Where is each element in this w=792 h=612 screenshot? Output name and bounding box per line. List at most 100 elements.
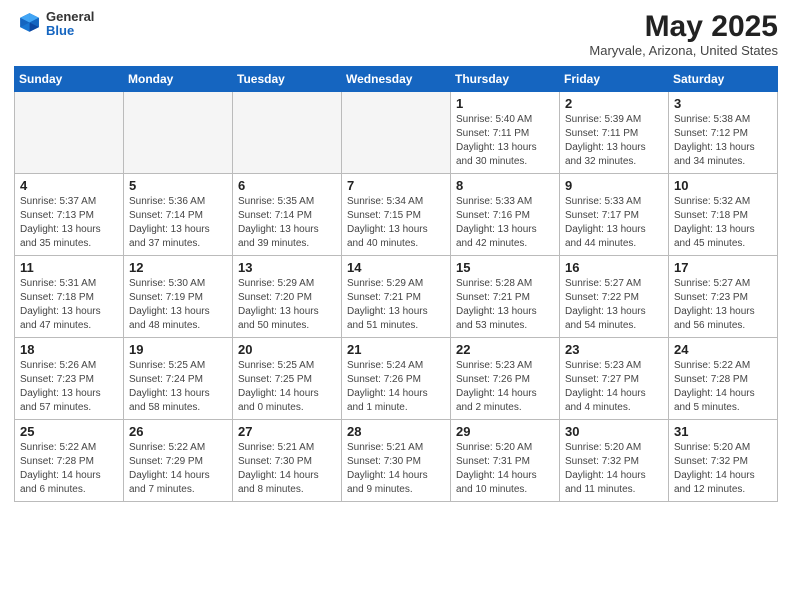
calendar-cell: 11 Sunrise: 5:31 AM Sunset: 7:18 PM Dayli…	[15, 256, 124, 338]
week-row-3: 11 Sunrise: 5:31 AM Sunset: 7:18 PM Dayli…	[15, 256, 778, 338]
day-info: Sunrise: 5:38 AM Sunset: 7:12 PM Dayligh…	[674, 113, 772, 169]
calendar-cell: 13 Sunrise: 5:29 AM Sunset: 7:20 PM Dayli…	[233, 256, 342, 338]
calendar-cell: 14 Sunrise: 5:29 AM Sunset: 7:21 PM Dayli…	[342, 256, 451, 338]
calendar-cell: 20Sunrise: 5:25 AM Sunset: 7:25 PM Dayli…	[233, 338, 342, 420]
day-number: 23	[565, 342, 663, 357]
calendar-cell: 22 Sunrise: 5:23 AM Sunset: 7:26 PM Dayli…	[451, 338, 560, 420]
day-number: 11	[20, 260, 118, 275]
calendar-cell: 9 Sunrise: 5:33 AM Sunset: 7:17 PM Daylig…	[560, 174, 669, 256]
calendar-cell: 15Sunrise: 5:28 AM Sunset: 7:21 PM Dayli…	[451, 256, 560, 338]
day-number: 26	[129, 424, 227, 439]
calendar-cell	[15, 92, 124, 174]
day-number: 16	[565, 260, 663, 275]
month-title: May 2025	[589, 10, 778, 43]
calendar-cell	[342, 92, 451, 174]
day-number: 10	[674, 178, 772, 193]
location: Maryvale, Arizona, United States	[589, 43, 778, 58]
logo-icon	[14, 10, 42, 38]
day-number: 30	[565, 424, 663, 439]
day-info: Sunrise: 5:29 AM Sunset: 7:20 PM Dayligh…	[238, 277, 336, 333]
calendar-cell: 8 Sunrise: 5:33 AM Sunset: 7:16 PM Daylig…	[451, 174, 560, 256]
calendar-cell: 7Sunrise: 5:34 AM Sunset: 7:15 PM Daylig…	[342, 174, 451, 256]
calendar: Sunday Monday Tuesday Wednesday Thursday…	[14, 66, 778, 502]
day-info: Sunrise: 5:40 AM Sunset: 7:11 PM Dayligh…	[456, 113, 554, 169]
logo: General Blue	[14, 10, 94, 39]
day-number: 21	[347, 342, 445, 357]
day-number: 3	[674, 96, 772, 111]
day-info: Sunrise: 5:21 AM Sunset: 7:30 PM Dayligh…	[238, 441, 336, 497]
logo-text: General Blue	[46, 10, 94, 39]
day-info: Sunrise: 5:32 AM Sunset: 7:18 PM Dayligh…	[674, 195, 772, 251]
calendar-cell: 3 Sunrise: 5:38 AM Sunset: 7:12 PM Daylig…	[669, 92, 778, 174]
day-number: 27	[238, 424, 336, 439]
day-info: Sunrise: 5:29 AM Sunset: 7:21 PM Dayligh…	[347, 277, 445, 333]
calendar-cell: 26 Sunrise: 5:22 AM Sunset: 7:29 PM Dayli…	[124, 420, 233, 502]
day-number: 14	[347, 260, 445, 275]
day-number: 17	[674, 260, 772, 275]
calendar-cell: 27 Sunrise: 5:21 AM Sunset: 7:30 PM Dayli…	[233, 420, 342, 502]
day-info: Sunrise: 5:23 AM Sunset: 7:27 PM Dayligh…	[565, 359, 663, 415]
header: General Blue May 2025 Maryvale, Arizona,…	[14, 10, 778, 58]
day-info: Sunrise: 5:39 AM Sunset: 7:11 PM Dayligh…	[565, 113, 663, 169]
header-thursday: Thursday	[451, 67, 560, 92]
page: General Blue May 2025 Maryvale, Arizona,…	[0, 0, 792, 612]
calendar-cell: 10 Sunrise: 5:32 AM Sunset: 7:18 PM Dayli…	[669, 174, 778, 256]
day-number: 12	[129, 260, 227, 275]
calendar-cell	[124, 92, 233, 174]
weekday-header-row: Sunday Monday Tuesday Wednesday Thursday…	[15, 67, 778, 92]
calendar-cell: 31Sunrise: 5:20 AM Sunset: 7:32 PM Dayli…	[669, 420, 778, 502]
day-info: Sunrise: 5:22 AM Sunset: 7:29 PM Dayligh…	[129, 441, 227, 497]
day-info: Sunrise: 5:37 AM Sunset: 7:13 PM Dayligh…	[20, 195, 118, 251]
title-block: May 2025 Maryvale, Arizona, United State…	[589, 10, 778, 58]
calendar-cell: 17 Sunrise: 5:27 AM Sunset: 7:23 PM Dayli…	[669, 256, 778, 338]
day-number: 1	[456, 96, 554, 111]
day-number: 24	[674, 342, 772, 357]
logo-blue: Blue	[46, 24, 94, 38]
day-info: Sunrise: 5:33 AM Sunset: 7:16 PM Dayligh…	[456, 195, 554, 251]
day-info: Sunrise: 5:24 AM Sunset: 7:26 PM Dayligh…	[347, 359, 445, 415]
day-info: Sunrise: 5:27 AM Sunset: 7:23 PM Dayligh…	[674, 277, 772, 333]
header-saturday: Saturday	[669, 67, 778, 92]
week-row-1: 1 Sunrise: 5:40 AM Sunset: 7:11 PM Daylig…	[15, 92, 778, 174]
day-number: 15	[456, 260, 554, 275]
calendar-cell: 29Sunrise: 5:20 AM Sunset: 7:31 PM Dayli…	[451, 420, 560, 502]
day-number: 19	[129, 342, 227, 357]
day-info: Sunrise: 5:20 AM Sunset: 7:32 PM Dayligh…	[674, 441, 772, 497]
day-number: 25	[20, 424, 118, 439]
week-row-4: 18Sunrise: 5:26 AM Sunset: 7:23 PM Dayli…	[15, 338, 778, 420]
day-number: 4	[20, 178, 118, 193]
day-number: 22	[456, 342, 554, 357]
day-info: Sunrise: 5:20 AM Sunset: 7:32 PM Dayligh…	[565, 441, 663, 497]
logo-general: General	[46, 10, 94, 24]
week-row-2: 4 Sunrise: 5:37 AM Sunset: 7:13 PM Daylig…	[15, 174, 778, 256]
day-info: Sunrise: 5:35 AM Sunset: 7:14 PM Dayligh…	[238, 195, 336, 251]
day-info: Sunrise: 5:31 AM Sunset: 7:18 PM Dayligh…	[20, 277, 118, 333]
day-number: 13	[238, 260, 336, 275]
calendar-cell: 30 Sunrise: 5:20 AM Sunset: 7:32 PM Dayli…	[560, 420, 669, 502]
week-row-5: 25Sunrise: 5:22 AM Sunset: 7:28 PM Dayli…	[15, 420, 778, 502]
calendar-cell: 6Sunrise: 5:35 AM Sunset: 7:14 PM Daylig…	[233, 174, 342, 256]
day-info: Sunrise: 5:22 AM Sunset: 7:28 PM Dayligh…	[674, 359, 772, 415]
day-info: Sunrise: 5:21 AM Sunset: 7:30 PM Dayligh…	[347, 441, 445, 497]
day-info: Sunrise: 5:25 AM Sunset: 7:24 PM Dayligh…	[129, 359, 227, 415]
calendar-cell: 5Sunrise: 5:36 AM Sunset: 7:14 PM Daylig…	[124, 174, 233, 256]
calendar-cell: 16Sunrise: 5:27 AM Sunset: 7:22 PM Dayli…	[560, 256, 669, 338]
calendar-cell: 21 Sunrise: 5:24 AM Sunset: 7:26 PM Dayli…	[342, 338, 451, 420]
calendar-cell: 18Sunrise: 5:26 AM Sunset: 7:23 PM Dayli…	[15, 338, 124, 420]
day-number: 9	[565, 178, 663, 193]
day-number: 2	[565, 96, 663, 111]
day-info: Sunrise: 5:23 AM Sunset: 7:26 PM Dayligh…	[456, 359, 554, 415]
day-info: Sunrise: 5:30 AM Sunset: 7:19 PM Dayligh…	[129, 277, 227, 333]
day-number: 8	[456, 178, 554, 193]
day-number: 18	[20, 342, 118, 357]
header-friday: Friday	[560, 67, 669, 92]
calendar-cell: 2 Sunrise: 5:39 AM Sunset: 7:11 PM Daylig…	[560, 92, 669, 174]
day-number: 29	[456, 424, 554, 439]
calendar-cell: 4 Sunrise: 5:37 AM Sunset: 7:13 PM Daylig…	[15, 174, 124, 256]
calendar-cell: 19 Sunrise: 5:25 AM Sunset: 7:24 PM Dayli…	[124, 338, 233, 420]
calendar-cell: 23 Sunrise: 5:23 AM Sunset: 7:27 PM Dayli…	[560, 338, 669, 420]
day-info: Sunrise: 5:33 AM Sunset: 7:17 PM Dayligh…	[565, 195, 663, 251]
calendar-cell: 12 Sunrise: 5:30 AM Sunset: 7:19 PM Dayli…	[124, 256, 233, 338]
day-number: 28	[347, 424, 445, 439]
calendar-cell: 28 Sunrise: 5:21 AM Sunset: 7:30 PM Dayli…	[342, 420, 451, 502]
